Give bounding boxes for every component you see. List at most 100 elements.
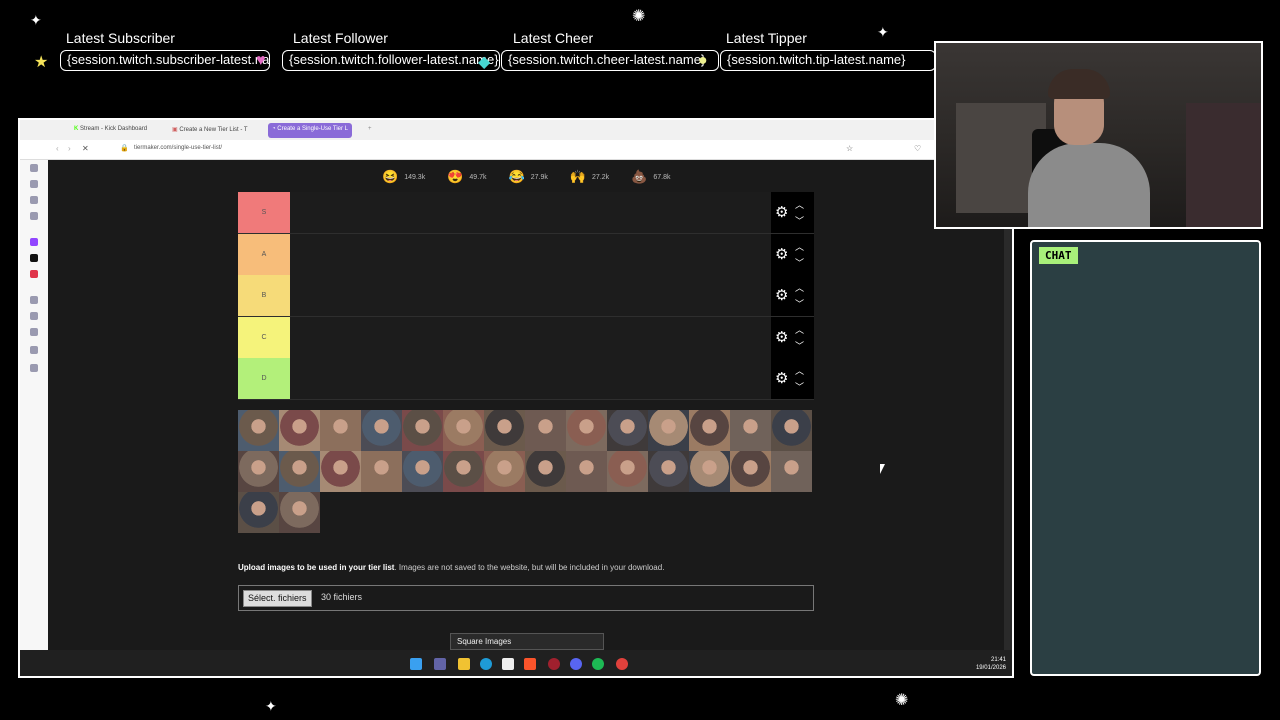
tier-image-thumbnail[interactable] [689, 410, 730, 451]
tier-image-thumbnail[interactable] [238, 451, 279, 492]
move-up-icon[interactable]: ︿ [795, 240, 804, 253]
gear-icon[interactable]: ⚙ [775, 245, 788, 263]
tier-drop-zone[interactable] [290, 358, 771, 400]
tier-label[interactable]: A [238, 233, 290, 275]
sidebar-app-icon[interactable] [30, 328, 38, 336]
tier-image-thumbnail[interactable] [402, 451, 443, 492]
chat-panel: CHAT [1030, 240, 1261, 676]
tier-label[interactable]: D [238, 358, 290, 400]
history-icon[interactable] [30, 164, 38, 172]
edge-icon[interactable] [480, 658, 492, 670]
heart-icon[interactable]: ♡ [914, 144, 921, 153]
page-scrollbar[interactable] [1004, 160, 1012, 650]
tier-image-thumbnail[interactable] [361, 410, 402, 451]
tier-image-thumbnail[interactable] [566, 451, 607, 492]
tier-label[interactable]: B [238, 275, 290, 317]
move-down-icon[interactable]: ﹀ [795, 297, 804, 310]
discord-icon[interactable] [570, 658, 582, 670]
x-icon[interactable] [30, 254, 38, 262]
tier-image-thumbnail[interactable] [238, 410, 279, 451]
teams-icon[interactable] [434, 658, 446, 670]
reaction-item[interactable]: 🙌 27.2k [570, 169, 609, 185]
move-down-icon[interactable]: ﹀ [795, 256, 804, 269]
folder-icon[interactable] [458, 658, 470, 670]
reload-icon[interactable]: ✕ [82, 144, 89, 153]
reaction-item[interactable]: 😂 27.9k [509, 169, 548, 185]
tier-image-thumbnail[interactable] [443, 410, 484, 451]
tier-image-thumbnail[interactable] [484, 451, 525, 492]
tab-kick-dashboard[interactable]: K Stream - Kick Dashboard [70, 123, 151, 138]
forward-icon[interactable]: › [68, 144, 71, 153]
tier-image-thumbnail[interactable] [525, 451, 566, 492]
move-up-icon[interactable]: ︿ [795, 364, 804, 377]
tab-tier-list-new[interactable]: ▣ Create a New Tier List - T [168, 123, 252, 138]
tier-image-thumbnail[interactable] [320, 451, 361, 492]
gear-icon[interactable]: ⚙ [775, 286, 788, 304]
tier-label[interactable]: C [238, 316, 290, 358]
move-up-icon[interactable]: ︿ [795, 281, 804, 294]
sidebar-app-icon[interactable] [30, 296, 38, 304]
bookmark-icon[interactable]: ☆ [846, 144, 853, 153]
tier-drop-zone[interactable] [290, 233, 771, 275]
tier-image-thumbnail[interactable] [607, 451, 648, 492]
spotify-icon[interactable] [592, 658, 604, 670]
tier-drop-zone[interactable] [290, 192, 771, 233]
sidebar-app-icon[interactable] [30, 196, 38, 204]
opera-icon[interactable] [548, 658, 560, 670]
tier-image-thumbnail[interactable] [689, 451, 730, 492]
tier-drop-zone[interactable] [290, 275, 771, 317]
tier-image-thumbnail[interactable] [279, 410, 320, 451]
tier-image-thumbnail[interactable] [730, 451, 771, 492]
move-down-icon[interactable]: ﹀ [795, 214, 804, 227]
tier-drop-zone[interactable] [290, 316, 771, 358]
tier-image-thumbnail[interactable] [443, 451, 484, 492]
select-files-button[interactable]: Sélect. fichiers [243, 590, 312, 607]
alert-title: Latest Subscriber [66, 30, 175, 46]
sidebar-app-icon[interactable] [30, 212, 38, 220]
pocket-icon[interactable] [30, 270, 38, 278]
image-style-select[interactable]: Square Images [450, 633, 604, 650]
settings-icon[interactable] [30, 364, 38, 372]
tier-image-thumbnail[interactable] [648, 451, 689, 492]
brave-icon[interactable] [524, 658, 536, 670]
sidebar-app-icon[interactable] [30, 180, 38, 188]
tier-image-thumbnail[interactable] [771, 410, 812, 451]
move-up-icon[interactable]: ︿ [795, 323, 804, 336]
tier-image-thumbnail[interactable] [484, 410, 525, 451]
tier-image-thumbnail[interactable] [279, 492, 320, 533]
tier-image-thumbnail[interactable] [402, 410, 443, 451]
tier-label[interactable]: S [238, 192, 290, 233]
tier-image-thumbnail[interactable] [279, 451, 320, 492]
windows-start-icon[interactable] [410, 658, 422, 670]
tier-image-thumbnail[interactable] [648, 410, 689, 451]
reaction-item[interactable]: 😆 149.3k [382, 169, 425, 185]
move-down-icon[interactable]: ﹀ [795, 339, 804, 352]
tier-image-thumbnail[interactable] [525, 410, 566, 451]
twitch-icon[interactable] [30, 238, 38, 246]
tier-image-thumbnail[interactable] [361, 451, 402, 492]
heart-eyes-icon: 😍 [447, 169, 464, 184]
tier-image-thumbnail[interactable] [771, 451, 812, 492]
gear-icon[interactable]: ⚙ [775, 203, 788, 221]
chrome-icon[interactable] [616, 658, 628, 670]
gear-icon[interactable]: ⚙ [775, 328, 788, 346]
sidebar-app-icon[interactable] [30, 312, 38, 320]
reaction-item[interactable]: 😍 49.7k [447, 169, 486, 185]
system-clock[interactable]: 21:41 19/01/2026 [976, 656, 1006, 672]
store-icon[interactable] [502, 658, 514, 670]
gear-icon[interactable]: ⚙ [775, 369, 788, 387]
tier-image-thumbnail[interactable] [607, 410, 648, 451]
tier-image-thumbnail[interactable] [566, 410, 607, 451]
sidebar-app-icon[interactable] [30, 346, 38, 354]
url-text[interactable]: tiermaker.com/single-use-tier-list/ [134, 145, 222, 151]
move-down-icon[interactable]: ﹀ [795, 380, 804, 393]
tier-image-thumbnail[interactable] [320, 410, 361, 451]
new-tab-button[interactable]: + [364, 123, 376, 138]
back-icon[interactable]: ‹ [56, 144, 59, 153]
tier-image-thumbnail[interactable] [730, 410, 771, 451]
tier-image-thumbnail[interactable] [238, 492, 279, 533]
address-bar[interactable]: ‹ › ✕ 🔒 tiermaker.com/single-use-tier-li… [20, 140, 1012, 160]
move-up-icon[interactable]: ︿ [795, 198, 804, 211]
reaction-item[interactable]: 💩 67.8k [631, 169, 670, 185]
tab-single-use-tier-list[interactable]: ◔ Create a Single-Use Tier L [268, 123, 352, 138]
